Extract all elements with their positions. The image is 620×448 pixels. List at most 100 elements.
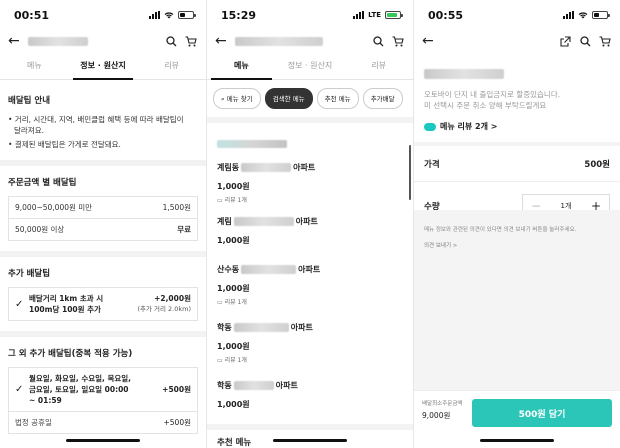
- item-price: 1,000원: [217, 182, 250, 191]
- status-bar: 00:51: [0, 0, 206, 30]
- back-arrow-icon[interactable]: ←: [215, 33, 229, 49]
- chip-searched-menu[interactable]: 검색한 메뉴: [264, 88, 313, 109]
- item-price: 1,000원: [217, 236, 250, 245]
- fee-value: 무료: [138, 218, 198, 241]
- item-suffix: 아파트: [295, 217, 318, 226]
- chip-menu-search[interactable]: ⌕ 메뉴 찾기: [213, 88, 261, 109]
- price-label: 가격: [424, 159, 440, 170]
- search-icon[interactable]: [164, 34, 178, 48]
- holiday-amount: +500원: [163, 418, 192, 427]
- tab-reviews[interactable]: 리뷰: [137, 52, 206, 79]
- comment-icon: ▭: [217, 299, 225, 306]
- section-header-blurred: [207, 123, 413, 154]
- item-price: 1,000원: [217, 284, 250, 293]
- section-divider: [0, 331, 206, 337]
- delivery-tip-title: 배달팁 안내: [8, 96, 51, 106]
- table-row: 50,000원 이상 무료: [8, 218, 198, 241]
- menu-review-link[interactable]: 메뉴 리뷰 2개 >: [414, 115, 620, 138]
- item-prefix: 학동: [217, 323, 232, 332]
- panel-menu-list: 15:29 LTE ← 메뉴 정보 · 원산지 리뷰 ⌕ 메뉴 찾기 검색한 메…: [207, 0, 413, 448]
- check-icon: ✓: [15, 384, 24, 395]
- min-order-value: 9,000원: [422, 411, 451, 420]
- cart-icon[interactable]: [184, 34, 198, 48]
- extra-line2: 100m당 100원 추가: [29, 305, 101, 314]
- share-icon[interactable]: [558, 34, 572, 48]
- nav-bar: ←: [414, 30, 620, 52]
- section-divider: [0, 251, 206, 257]
- holiday-label: 법정 공휴일: [15, 418, 52, 427]
- fee-range: 9,000~50,000원 미만: [8, 196, 139, 219]
- item-prefix: 계림동: [217, 163, 240, 172]
- item-suffix: 아파트: [275, 381, 298, 390]
- tab-bar: 메뉴 정보 · 원산지 리뷰: [0, 52, 206, 80]
- feedback-info: 메뉴 정보와 관련된 의견이 있다면 의견 보내기 버튼을 눌러주세요.: [424, 227, 577, 233]
- fee-table: 9,000~50,000원 미만 1,500원 50,000원 이상 무료: [8, 196, 198, 241]
- home-indicator: [273, 439, 347, 442]
- table-row: 9,000~50,000원 미만 1,500원: [8, 196, 198, 219]
- fee-value: 1,500원: [138, 196, 198, 219]
- fee-range: 50,000원 이상: [8, 218, 139, 241]
- menu-chips: ⌕ 메뉴 찾기 검색한 메뉴 추천 메뉴 추가배달: [207, 80, 413, 117]
- wifi-icon: [164, 11, 174, 19]
- list-item[interactable]: 학동 아파트 1,000원 ▭ 리뷰 1개: [207, 310, 413, 368]
- item-price: 1,000원: [217, 400, 250, 409]
- other-line3: ~ 01:59: [29, 396, 62, 405]
- list-item[interactable]: 산수동 아파트 1,000원 ▭ 리뷰 1개: [207, 250, 413, 310]
- check-icon: ✓: [15, 298, 24, 310]
- desc-line2: 미 선택시 주문 취소 양해 부탁드릴게요: [424, 101, 547, 110]
- item-suffix: 아파트: [298, 265, 321, 274]
- status-time: 00:51: [14, 8, 50, 22]
- status-bar: 00:55: [414, 0, 620, 30]
- list-item[interactable]: 계림동 아파트 1,000원 ▭ 리뷰 1개: [207, 154, 413, 208]
- chip-recommended[interactable]: 추천 메뉴: [316, 88, 359, 109]
- scrollbar[interactable]: [409, 145, 411, 200]
- bullet-line: 달라져요.: [14, 126, 44, 135]
- other-line2: 금요일, 토요일, 일요일 00:00: [29, 385, 129, 394]
- tab-info-origin[interactable]: 정보 · 원산지: [276, 52, 345, 79]
- search-icon[interactable]: [578, 34, 592, 48]
- back-arrow-icon[interactable]: ←: [8, 33, 22, 49]
- review-bubble-icon: [424, 122, 436, 131]
- battery-charging-icon: [385, 11, 403, 19]
- battery-icon: [178, 11, 196, 19]
- item-reviews: 리뷰 1개: [224, 299, 247, 306]
- item-reviews: 리뷰 1개: [224, 197, 247, 204]
- back-arrow-icon[interactable]: ←: [422, 33, 436, 49]
- item-reviews: 리뷰 1개: [224, 357, 247, 364]
- comment-icon: ▭: [217, 357, 225, 364]
- extra-tip-title: 추가 배달팁: [8, 269, 51, 279]
- signal-icon: [563, 11, 574, 19]
- extra-tip-row: ✓ 배달거리 1km 초과 시 100m당 100원 추가 +2,000원 (추가 …: [8, 287, 198, 321]
- bullet-line: • 결제된 배달팁은 가게로 전달돼요.: [8, 140, 121, 149]
- desc-line1: 오토바이 단지 내 출입금지로 할증있습니다.: [424, 90, 561, 99]
- tab-menu[interactable]: 메뉴: [207, 52, 276, 80]
- tab-bar: 메뉴 정보 · 원산지 리뷰: [207, 52, 413, 80]
- panel-delivery-info: 00:51 ← 메뉴 정보 · 원산지 리뷰 배달팁 안내 • 거리, 시간대,…: [0, 0, 206, 448]
- wifi-icon: [578, 11, 588, 19]
- extra-amount: +2,000원: [154, 294, 191, 303]
- list-item[interactable]: 계림 아파트 1,000원: [207, 208, 413, 250]
- tab-info-origin[interactable]: 정보 · 원산지: [69, 52, 138, 80]
- other-tip-title: 그 외 추가 배달팁(중복 적용 가능): [8, 349, 133, 359]
- item-prefix: 학동: [217, 381, 232, 390]
- search-icon[interactable]: [371, 34, 385, 48]
- network-type: LTE: [368, 11, 381, 19]
- status-bar: 15:29 LTE: [207, 0, 413, 30]
- tab-reviews[interactable]: 리뷰: [344, 52, 413, 79]
- price-value: 500원: [584, 159, 610, 170]
- item-prefix: 산수동: [217, 265, 240, 274]
- other-amount: +500원: [162, 385, 191, 394]
- list-item[interactable]: 학동 아파트 1,000원: [207, 368, 413, 414]
- feedback-area: 메뉴 정보와 관련된 의견이 있다면 의견 보내기 버튼을 눌러주세요. 의견 …: [414, 210, 620, 390]
- extra-amount-note: (추가 거리 2.0km): [137, 305, 191, 313]
- cart-icon[interactable]: [391, 34, 405, 48]
- add-to-cart-button[interactable]: 500원 담기: [472, 399, 612, 427]
- tab-menu[interactable]: 메뉴: [0, 52, 69, 79]
- feedback-link[interactable]: 의견 보내기 >: [424, 241, 610, 249]
- store-name-blurred: [235, 36, 323, 46]
- chip-extra-delivery[interactable]: 추가배달: [362, 88, 403, 109]
- cart-icon[interactable]: [598, 34, 612, 48]
- by-amount-title: 주문금액 별 배달팁: [8, 178, 77, 188]
- store-name-blurred: [28, 36, 88, 46]
- nav-bar: ←: [207, 30, 413, 52]
